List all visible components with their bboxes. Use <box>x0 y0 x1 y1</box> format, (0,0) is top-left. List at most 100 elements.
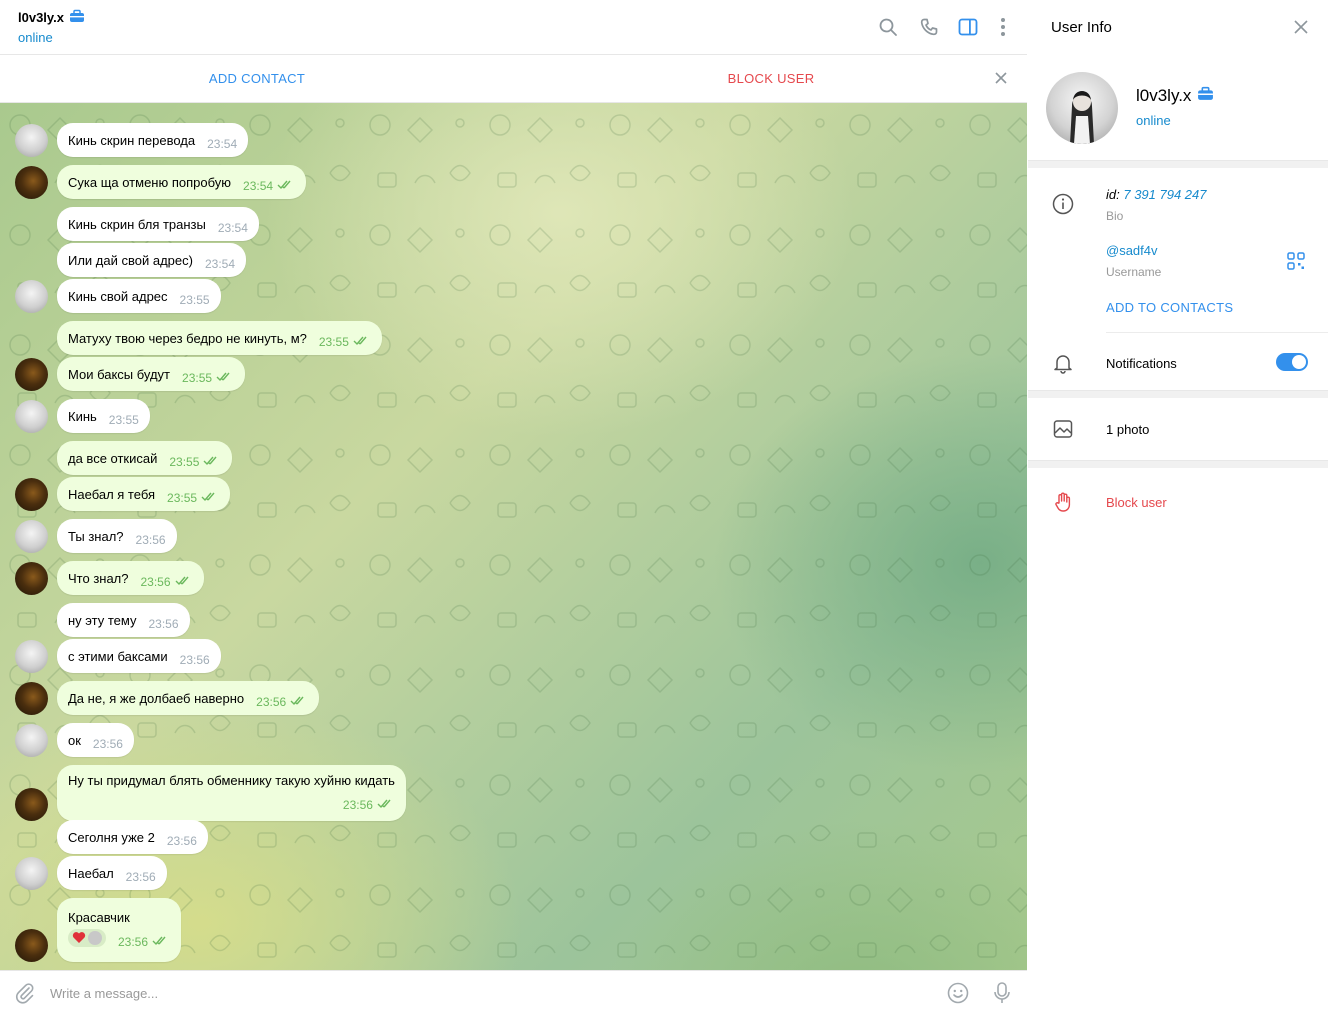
message-text: Матуху твою через бедро не кинуть, м? <box>68 330 307 346</box>
message-bubble[interactable]: ну эту тему 23:56 <box>57 603 190 637</box>
message-bubble[interactable]: Ну ты придумал блять обменнику такую хуй… <box>57 765 406 821</box>
message-meta: 23:56 <box>68 788 395 814</box>
message-meta: 23:55 <box>157 445 221 471</box>
sender-avatar[interactable] <box>15 724 48 757</box>
message-input[interactable] <box>50 983 910 1003</box>
user-id-value[interactable]: 7 391 794 247 <box>1123 187 1206 202</box>
message-bubble[interactable]: Кинь скрин перевода 23:54 <box>57 123 249 157</box>
sender-avatar[interactable] <box>15 280 48 313</box>
heart-reaction-icon[interactable] <box>68 928 106 947</box>
message-bubble[interactable]: Сука ща отменю попробую 23:54 <box>57 165 307 199</box>
message-text: Сука ща отменю попробую <box>68 174 232 190</box>
profile-avatar[interactable] <box>1046 72 1118 144</box>
block-user-link[interactable]: Block user <box>1106 495 1167 510</box>
bell-icon <box>1052 352 1074 374</box>
sender-avatar[interactable] <box>15 358 48 391</box>
notifications-toggle[interactable] <box>1276 353 1308 371</box>
section-divider <box>1028 460 1328 468</box>
sender-avatar[interactable] <box>15 857 48 890</box>
message-meta: 23:56 <box>124 525 166 547</box>
read-check-icon <box>377 796 395 814</box>
message-bubble[interactable]: Красавчик 23:56 <box>57 898 182 962</box>
message-text: Да не, я же долбаеб наверно <box>68 690 245 706</box>
message-list[interactable]: Кинь скрин перевода 23:54 Сука ща отменю п… <box>0 103 1027 970</box>
sidebar-toggle-icon[interactable] <box>957 16 979 38</box>
chat-status: online <box>18 30 53 45</box>
message-meta: 23:56 <box>168 645 210 667</box>
message-time: 23:54 <box>207 137 238 151</box>
search-icon[interactable] <box>877 16 899 38</box>
message-meta: 23:55 <box>307 325 371 351</box>
message-bubble[interactable]: Матуху твою через бедро не кинуть, м? 23:… <box>57 321 382 355</box>
more-icon[interactable] <box>992 16 1014 38</box>
sender-avatar[interactable] <box>15 640 48 673</box>
sender-avatar[interactable] <box>15 124 48 157</box>
message-meta: 23:54 <box>206 213 248 235</box>
qr-code-icon[interactable] <box>1287 252 1305 275</box>
sender-avatar[interactable] <box>15 929 48 962</box>
block-hand-icon <box>1052 491 1074 513</box>
message-time: 23:56 <box>92 737 123 751</box>
message-bubble[interactable]: Или дай свой адрес) 23:54 <box>57 243 246 277</box>
message-time: 23:55 <box>318 335 349 349</box>
phone-icon[interactable] <box>918 16 940 38</box>
message-bubble[interactable]: Наебал 23:56 <box>57 856 167 890</box>
user-id-row[interactable]: id: 7 391 794 247 <box>1106 187 1207 202</box>
chat-panel: l0v3ly.x online ADD CONTACT BLOCK USER К… <box>0 0 1027 1014</box>
sender-avatar[interactable] <box>15 478 48 511</box>
attach-icon[interactable] <box>14 982 36 1009</box>
message-meta: 23:54 <box>195 129 237 151</box>
message-text: Сеголня уже 2 <box>68 829 155 845</box>
block-user-button[interactable]: BLOCK USER <box>514 55 1028 103</box>
read-check-icon <box>216 369 234 387</box>
message-time: 23:55 <box>167 491 198 505</box>
message-bubble[interactable]: ок 23:56 <box>57 723 134 757</box>
message-bubble[interactable]: да все откисай 23:55 <box>57 441 233 475</box>
add-to-contacts-button[interactable]: ADD TO CONTACTS <box>1106 300 1233 315</box>
message-time: 23:56 <box>179 653 210 667</box>
message-time: 23:56 <box>342 797 373 812</box>
close-panel-icon[interactable] <box>1294 20 1308 34</box>
message-time: 23:56 <box>256 695 287 709</box>
message-bubble[interactable]: Кинь скрин бля транзы 23:54 <box>57 207 259 241</box>
profile-name: l0v3ly.x <box>1136 86 1192 105</box>
sender-avatar[interactable] <box>15 562 48 595</box>
read-check-icon <box>152 933 170 951</box>
contact-action-bar: ADD CONTACT BLOCK USER <box>0 55 1027 103</box>
emoji-icon[interactable] <box>947 982 969 1009</box>
message-bubble[interactable]: Ты знал? 23:56 <box>57 519 177 553</box>
photos-link[interactable]: 1 photo <box>1106 422 1149 437</box>
sender-avatar[interactable] <box>15 682 48 715</box>
sender-avatar[interactable] <box>15 400 48 433</box>
message-bubble[interactable]: Кинь свой адрес 23:55 <box>57 279 221 313</box>
sender-avatar[interactable] <box>15 788 48 821</box>
message-time: 23:55 <box>169 455 200 469</box>
message-text: Кинь свой адрес <box>68 288 168 304</box>
message-time: 23:54 <box>217 221 248 235</box>
message-meta: 23:55 <box>155 481 219 507</box>
sender-avatar[interactable] <box>15 520 48 553</box>
username-value[interactable]: @sadf4v <box>1106 243 1158 258</box>
close-icon[interactable] <box>993 70 1009 86</box>
message-text: Кинь <box>68 408 97 424</box>
sender-avatar[interactable] <box>15 166 48 199</box>
username-label: Username <box>1106 265 1162 279</box>
business-badge-icon <box>69 9 85 26</box>
message-bubble[interactable]: с этими баксами 23:56 <box>57 639 221 673</box>
user-info-header: User Info <box>1028 0 1328 55</box>
message-bubble[interactable]: Сеголня уже 2 23:56 <box>57 820 208 854</box>
message-bubble[interactable]: Мои баксы будут 23:55 <box>57 357 246 391</box>
read-check-icon <box>290 693 308 711</box>
message-text: Наебал я тебя <box>68 486 156 502</box>
message-bubble[interactable]: Кинь 23:55 <box>57 399 150 433</box>
message-bubble[interactable]: Что знал? 23:56 <box>57 561 204 595</box>
microphone-icon[interactable] <box>992 981 1012 1010</box>
message-text: Красавчик <box>68 909 130 925</box>
chat-title[interactable]: l0v3ly.x <box>18 10 64 25</box>
message-bubble[interactable]: Наебал я тебя 23:55 <box>57 477 231 511</box>
message-bubble[interactable]: Да не, я же долбаеб наверно 23:56 <box>57 681 320 715</box>
chat-title-row[interactable]: l0v3ly.x <box>18 9 85 26</box>
message-text: Кинь скрин перевода <box>68 132 196 148</box>
add-contact-button[interactable]: ADD CONTACT <box>0 55 514 103</box>
message-meta: 23:54 <box>193 249 235 271</box>
